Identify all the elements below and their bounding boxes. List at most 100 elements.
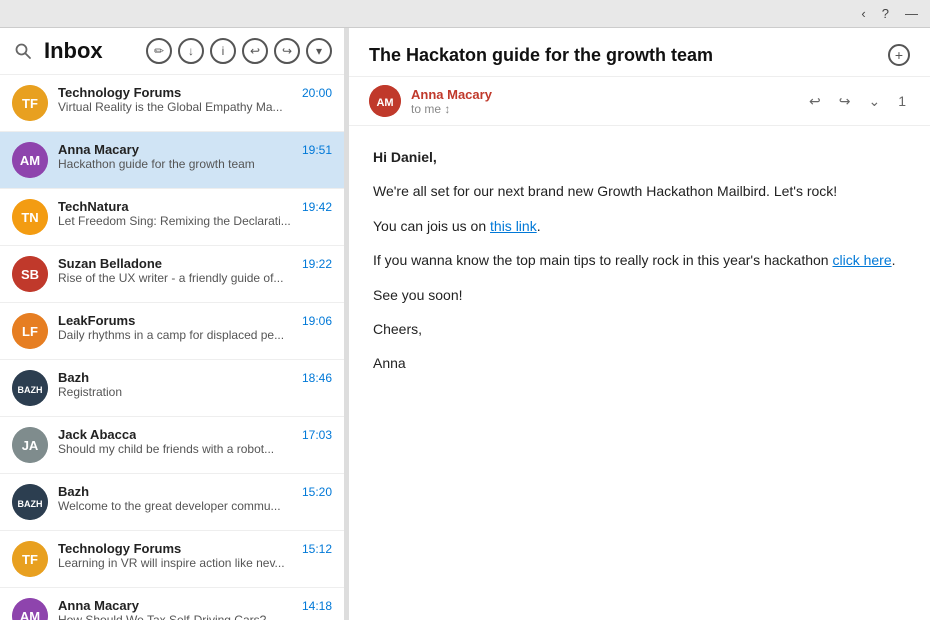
click-here-link[interactable]: click here (832, 252, 891, 268)
compose-icon[interactable]: ✏ (146, 38, 172, 64)
email-actions: ↩ ↪ ⌄ 1 (805, 91, 910, 112)
mail-item[interactable]: AM Anna Macary 19:51Hackathon guide for th… (0, 132, 344, 189)
mail-subject: Should my child be friends with a robot.… (58, 442, 332, 456)
email-paragraph: Anna (373, 352, 906, 374)
mail-time: 14:18 (302, 599, 332, 613)
mail-item[interactable]: TF Technology Forums 20:00Virtual Reality … (0, 75, 344, 132)
mail-subject: Learning in VR will inspire action like … (58, 556, 332, 570)
mail-item[interactable]: TN TechNatura 19:42Let Freedom Sing: Remix… (0, 189, 344, 246)
mail-subject: Rise of the UX writer - a friendly guide… (58, 271, 332, 285)
reply-icon[interactable]: ↩ (242, 38, 268, 64)
search-icon[interactable] (12, 40, 34, 62)
mail-time: 15:12 (302, 542, 332, 556)
mail-sender: Bazh (58, 484, 89, 499)
sender-to: to me ↕ (411, 102, 805, 116)
avatar: AM (12, 142, 48, 178)
mail-time: 20:00 (302, 86, 332, 100)
mail-sender: Bazh (58, 370, 89, 385)
email-meta-bar: AM Anna Macary to me ↕ ↩ ↪ ⌄ 1 (349, 77, 930, 126)
sender-name: Anna Macary (411, 87, 805, 102)
info-icon[interactable]: i (210, 38, 236, 64)
avatar: AM (12, 598, 48, 620)
email-paragraph: We're all set for our next brand new Gro… (373, 180, 906, 202)
svg-text:AM: AM (20, 609, 40, 620)
mail-time: 17:03 (302, 428, 332, 442)
avatar: TF (12, 85, 48, 121)
count-badge: 1 (894, 91, 910, 111)
forward-button[interactable]: ↪ (835, 91, 855, 112)
mail-sender: TechNatura (58, 199, 129, 214)
more-actions-button[interactable]: ⌄ (864, 91, 884, 112)
avatar: TN (12, 199, 48, 235)
minimize-button[interactable]: — (905, 6, 918, 21)
avatar: TF (12, 541, 48, 577)
email-paragraph: See you soon! (373, 284, 906, 306)
inbox-header: Inbox ✏ ↓ i ↩ ↪ ▾ (0, 28, 344, 75)
add-thread-button[interactable]: + (888, 44, 910, 66)
mail-subject: Hackathon guide for the growth team (58, 157, 332, 171)
mail-item[interactable]: BAZH Bazh 15:20Welcome to the great develo… (0, 474, 344, 531)
greeting: Hi Daniel, (373, 149, 437, 165)
email-paragraph: Cheers, (373, 318, 906, 340)
forward-icon[interactable]: ↪ (274, 38, 300, 64)
email-subject-title: The Hackaton guide for the growth team (369, 45, 878, 66)
mail-sender: Jack Abacca (58, 427, 136, 442)
email-body: Hi Daniel, We're all set for our next bra… (349, 126, 930, 620)
mail-time: 19:51 (302, 143, 332, 157)
this-link[interactable]: this link (490, 218, 537, 234)
reply-button[interactable]: ↩ (805, 91, 825, 112)
mail-sender: Anna Macary (58, 598, 139, 613)
mail-subject: How Should We Tax Self-Driving Cars? (58, 613, 332, 620)
email-header: The Hackaton guide for the growth team + (349, 28, 930, 77)
more-icon[interactable]: ▾ (306, 38, 332, 64)
mail-time: 19:06 (302, 314, 332, 328)
email-paragraph: You can jois us on this link. (373, 215, 906, 237)
left-panel: Inbox ✏ ↓ i ↩ ↪ ▾ TF Technology Forums 20:… (0, 28, 345, 620)
mail-time: 19:42 (302, 200, 332, 214)
svg-text:AM: AM (376, 97, 393, 109)
email-paragraph: Hi Daniel, (373, 146, 906, 168)
mail-sender: Suzan Belladone (58, 256, 162, 271)
svg-text:TF: TF (22, 96, 38, 111)
mail-subject: Daily rhythms in a camp for displaced pe… (58, 328, 332, 342)
mail-item[interactable]: TF Technology Forums 15:12Learning in VR w… (0, 531, 344, 588)
mail-time: 15:20 (302, 485, 332, 499)
avatar: JA (12, 427, 48, 463)
mail-subject: Welcome to the great developer commu... (58, 499, 332, 513)
svg-text:BAZH: BAZH (18, 499, 43, 509)
avatar: BAZH (12, 370, 48, 406)
svg-text:BAZH: BAZH (18, 385, 43, 395)
mail-item[interactable]: SBSuzan Belladone19:22Rise of the UX wri… (0, 246, 344, 303)
svg-text:AM: AM (20, 153, 40, 168)
download-icon[interactable]: ↓ (178, 38, 204, 64)
sender-avatar: AM (369, 85, 401, 117)
mail-item[interactable]: AM Anna Macary 14:18How Should We Tax Self… (0, 588, 344, 620)
mail-subject: Virtual Reality is the Global Empathy Ma… (58, 100, 332, 114)
back-button[interactable]: ‹ (861, 6, 865, 21)
svg-text:JA: JA (22, 438, 39, 453)
mail-sender: LeakForums (58, 313, 135, 328)
mail-list: TF Technology Forums 20:00Virtual Reality … (0, 75, 344, 620)
email-paragraph: If you wanna know the top main tips to r… (373, 249, 906, 271)
toolbar-icons: ✏ ↓ i ↩ ↪ ▾ (146, 38, 332, 64)
mail-sender: Anna Macary (58, 142, 139, 157)
mail-sender: Technology Forums (58, 541, 181, 556)
mail-subject: Registration (58, 385, 332, 399)
mail-item[interactable]: JA Jack Abacca 17:03Should my child be fri… (0, 417, 344, 474)
svg-text:SB: SB (21, 267, 39, 282)
mail-item[interactable]: LF LeakForums 19:06Daily rhythms in a camp… (0, 303, 344, 360)
avatar: LF (12, 313, 48, 349)
svg-text:TF: TF (22, 552, 38, 567)
avatar: SB (12, 256, 48, 292)
inbox-title: Inbox (44, 38, 136, 64)
svg-text:LF: LF (22, 324, 38, 339)
mail-item[interactable]: BAZHBazh18:46Registration (0, 360, 344, 417)
main-layout: Inbox ✏ ↓ i ↩ ↪ ▾ TF Technology Forums 20:… (0, 28, 930, 620)
mail-sender: Technology Forums (58, 85, 181, 100)
sender-info: Anna Macary to me ↕ (411, 87, 805, 116)
svg-text:TN: TN (21, 210, 38, 225)
title-bar: ‹ ? — (0, 0, 930, 28)
right-panel: The Hackaton guide for the growth team +… (349, 28, 930, 620)
mail-subject: Let Freedom Sing: Remixing the Declarati… (58, 214, 332, 228)
help-button[interactable]: ? (882, 6, 889, 21)
